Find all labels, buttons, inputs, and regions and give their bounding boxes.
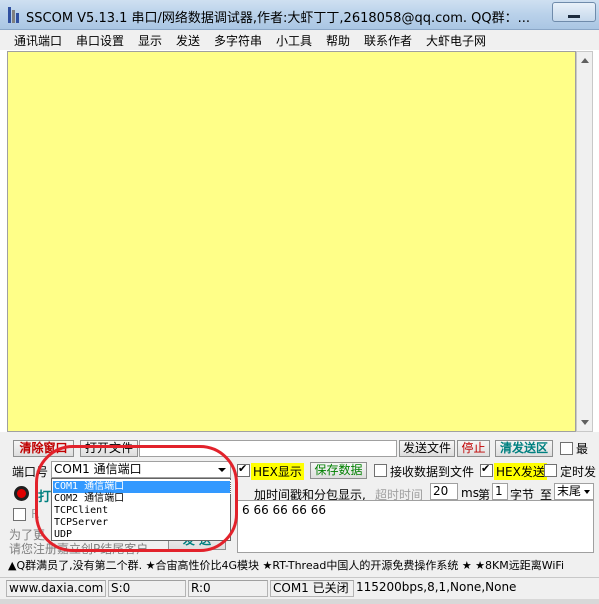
clear-send-area-button[interactable]: 清发送区 (495, 440, 553, 457)
hex-send-checkbox[interactable] (480, 462, 493, 477)
hex-display-label: HEX显示 (251, 463, 304, 480)
send-file-button[interactable]: 发送文件 (399, 440, 455, 457)
receive-area[interactable] (7, 51, 576, 432)
menu-bar: 通讯端口 串口设置 显示 发送 多字符串 小工具 帮助 联系作者 大虾电子网 (0, 30, 599, 50)
menu-display[interactable]: 显示 (138, 32, 162, 49)
chevron-down-icon[interactable] (584, 490, 590, 494)
send-text-area[interactable]: 6 66 66 66 66 (237, 500, 594, 553)
menu-contact-author[interactable]: 联系作者 (364, 32, 412, 49)
menu-tools[interactable]: 小工具 (276, 32, 312, 49)
status-settings: 115200bps,8,1,None,None (354, 580, 594, 597)
hex-display-checkbox[interactable] (237, 462, 250, 477)
hex-send-label: HEX发送 (494, 463, 547, 480)
window-title: SSCOM V5.13.1 串口/网络数据调试器,作者:大虾丁丁,2618058… (26, 11, 530, 26)
menu-help[interactable]: 帮助 (326, 32, 350, 49)
topmost-checkbox[interactable] (560, 442, 573, 455)
timeout-unit-label: ms (461, 486, 479, 500)
highlight-circle (35, 445, 238, 552)
minimize-icon (568, 15, 580, 18)
receive-scrollbar[interactable] (576, 51, 593, 432)
app-icon (8, 7, 19, 23)
rts-checkbox[interactable] (13, 508, 26, 521)
scroll-down-icon[interactable] (581, 420, 589, 425)
status-bar: www.daxia.com S:0 R:0 COM1 已关闭 115200bps… (0, 577, 599, 599)
status-received-count: R:0 (188, 580, 268, 597)
status-sent-count: S:0 (108, 580, 186, 597)
scrolling-banner[interactable]: ▲Q群满员了,没有第二个群. ★合宙高性价比4G模块 ★RT-Thread中国人… (0, 556, 599, 575)
timeout-input[interactable]: 20 (430, 483, 458, 500)
save-data-button[interactable]: 保存数据 (310, 462, 367, 479)
byte-index-input[interactable]: 1 (492, 483, 508, 500)
menu-daxia-website[interactable]: 大虾电子网 (426, 32, 486, 49)
topmost-label: 最 (576, 442, 589, 456)
scroll-up-icon[interactable] (581, 58, 589, 63)
menu-send[interactable]: 发送 (176, 32, 200, 49)
menu-comm-port[interactable]: 通讯端口 (14, 32, 62, 49)
menu-multi-string[interactable]: 多字符串 (214, 32, 262, 49)
window-bottom-edge (0, 599, 599, 604)
tail-select-value: 末尾 (557, 484, 582, 498)
stop-button[interactable]: 停止 (457, 440, 490, 457)
status-port-state: COM1 已关闭 (270, 580, 354, 597)
title-bar: SSCOM V5.13.1 串口/网络数据调试器,作者:大虾丁丁,2618058… (0, 0, 599, 30)
menu-serial-settings[interactable]: 串口设置 (76, 32, 124, 49)
tail-select[interactable]: 末尾 (554, 483, 594, 500)
timed-send-checkbox[interactable] (544, 464, 557, 477)
save-to-file-label: 接收数据到文件 (390, 465, 475, 479)
port-status-icon[interactable] (13, 485, 30, 502)
timed-send-label: 定时发 (560, 465, 597, 479)
status-website[interactable]: www.daxia.com (6, 580, 106, 597)
save-to-file-checkbox[interactable] (374, 464, 387, 477)
minimize-button[interactable] (552, 2, 596, 22)
